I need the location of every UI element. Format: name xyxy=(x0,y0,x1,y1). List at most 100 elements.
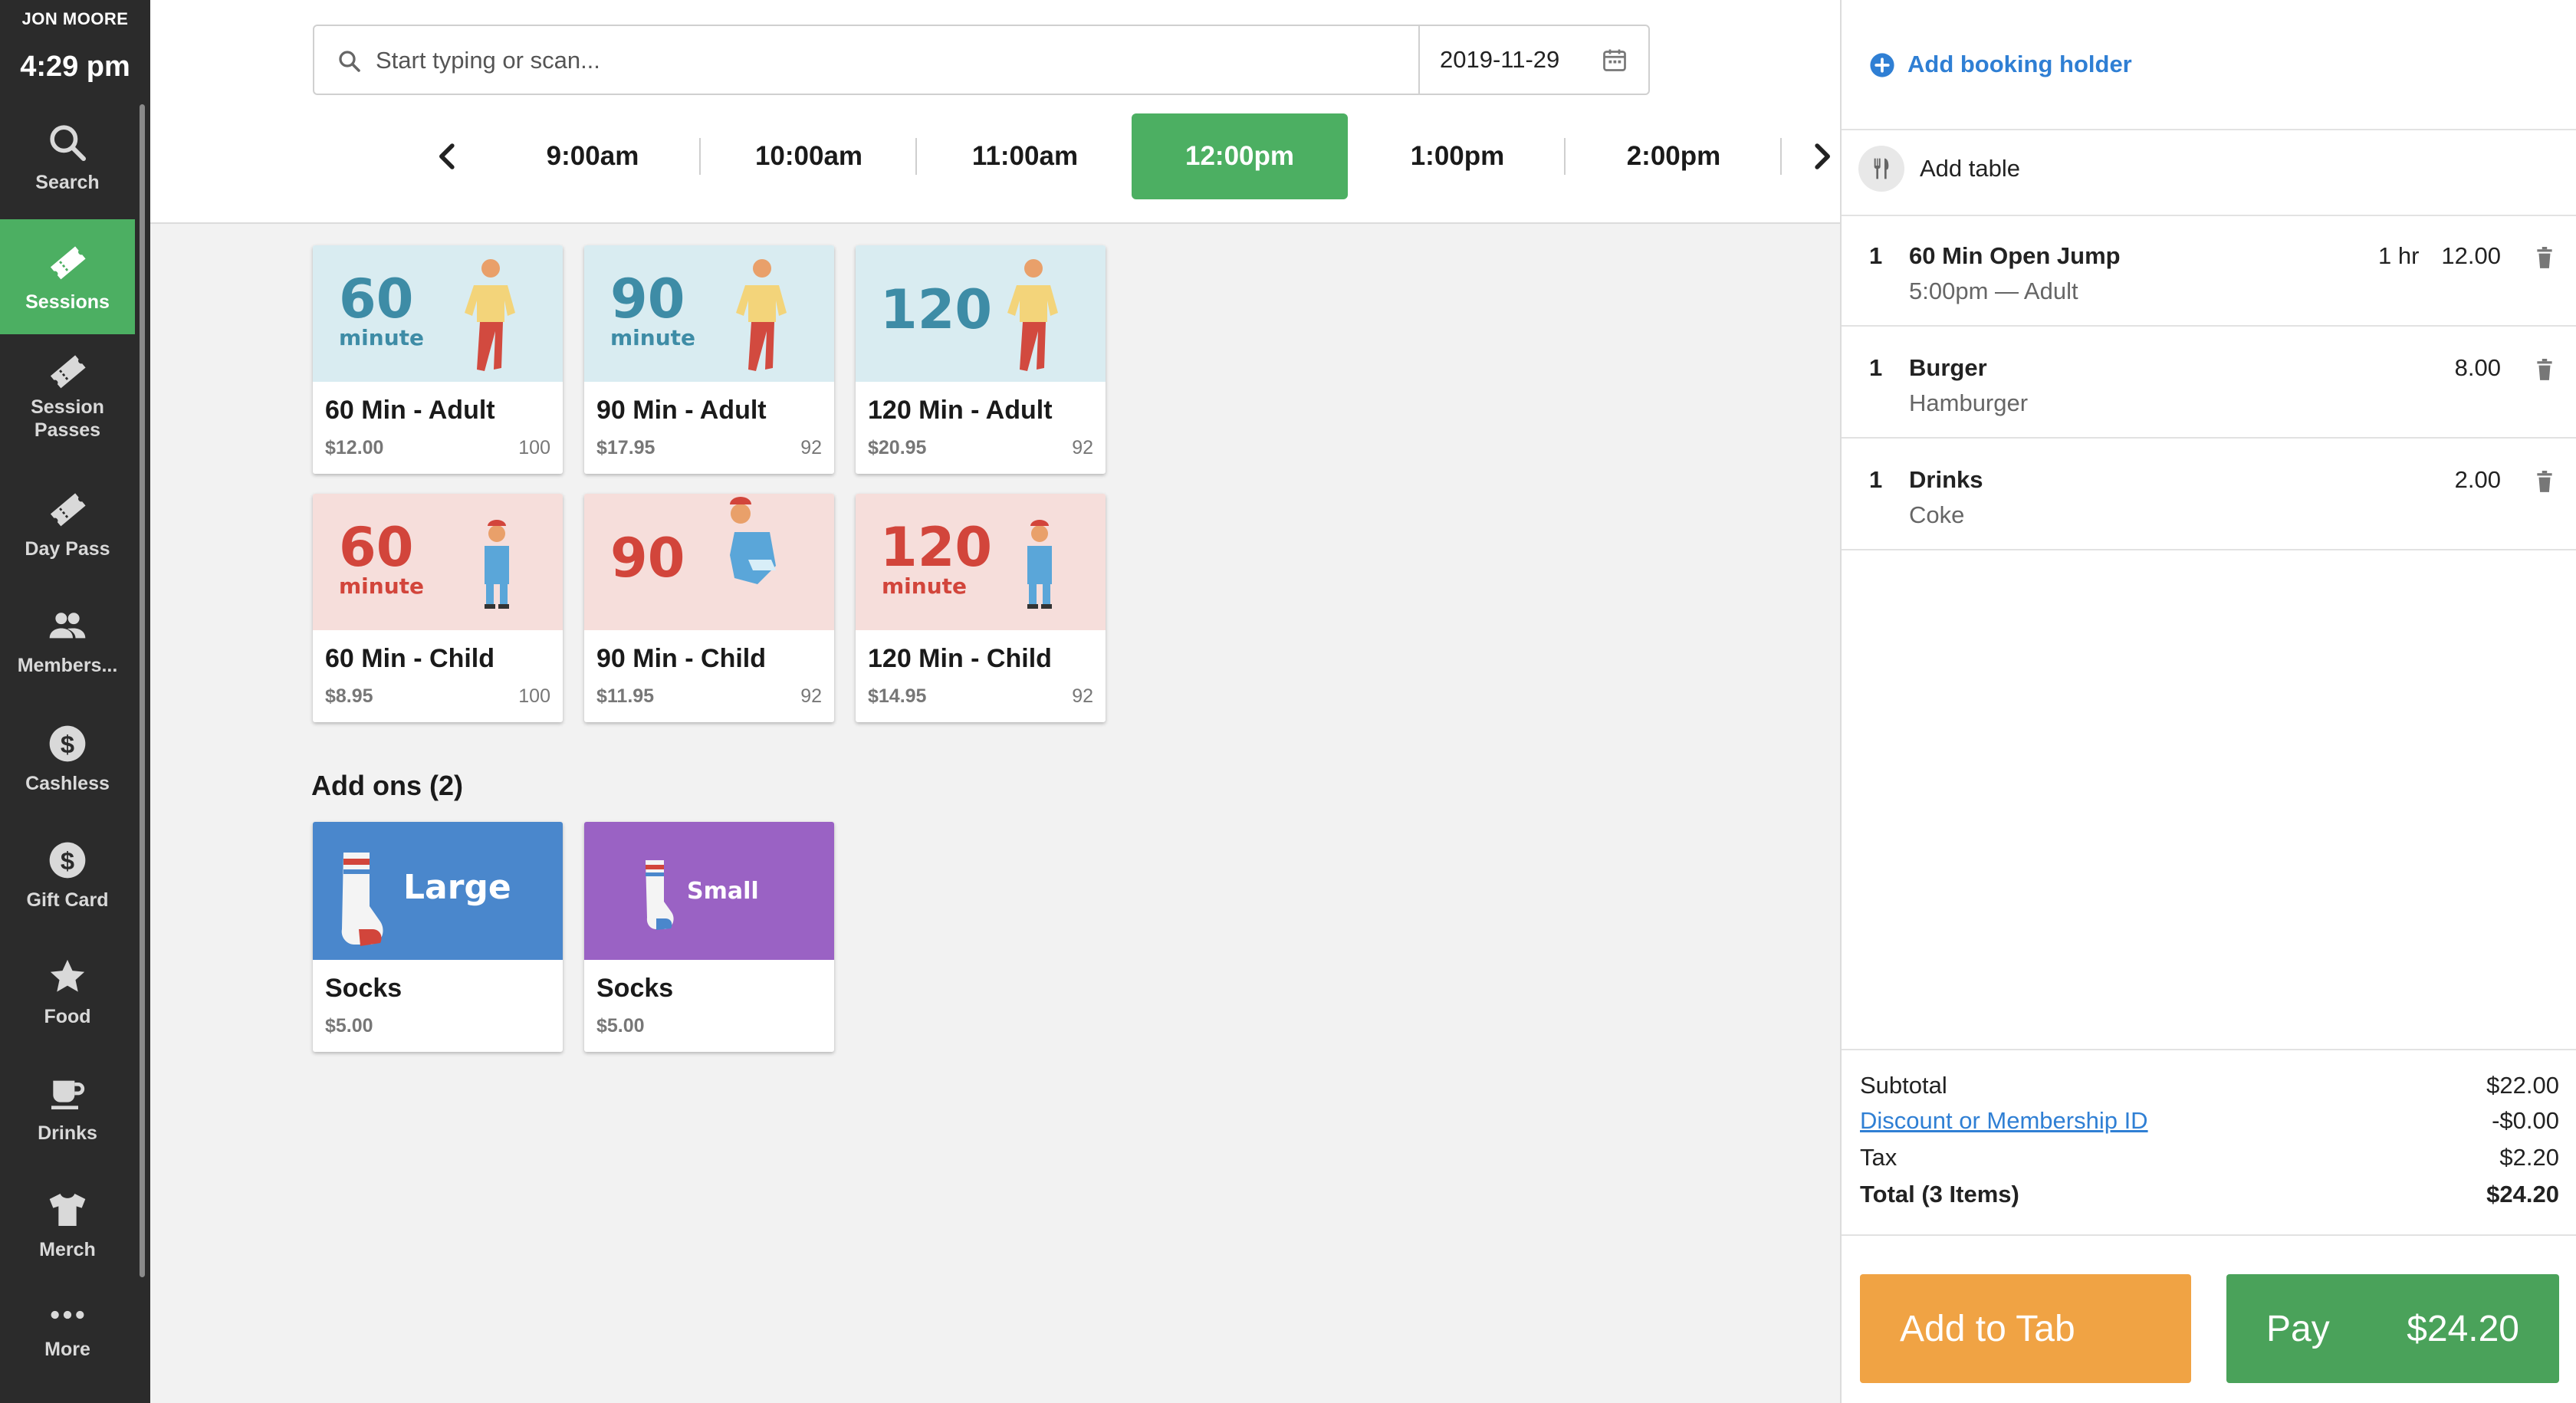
jumper-child-icon xyxy=(730,497,776,584)
sidebar-item-search[interactable]: Search xyxy=(0,104,135,209)
session-card-60-child[interactable]: 60 minute 60 Min - Child $8.95 100 xyxy=(313,494,563,722)
tax-value: $2.20 xyxy=(2499,1144,2559,1171)
product-name: 120 Min - Child xyxy=(868,644,1052,673)
line-item-name: Burger xyxy=(1909,354,1987,381)
ticket-icon xyxy=(50,355,86,389)
sidebar-item-label: Search xyxy=(35,172,100,193)
line-item[interactable]: 1 60 Min Open Jump 5:00pm — Adult 1 hr 1… xyxy=(1842,216,2576,327)
chevron-right-icon[interactable] xyxy=(1800,135,1843,178)
trash-icon[interactable] xyxy=(2535,359,2555,382)
sidebar-item-cashless[interactable]: $ Cashless xyxy=(0,705,135,820)
sidebar-item-label: Drinks xyxy=(38,1122,97,1144)
svg-text:Large: Large xyxy=(403,868,511,907)
sidebar-item-sessions[interactable]: Sessions xyxy=(0,219,135,334)
line-item-detail: 5:00pm — Adult xyxy=(1909,278,2078,304)
time-slot-bar: 9:00am 10:00am 11:00am 12:00pm 1:00pm 2:… xyxy=(281,113,1830,199)
line-item-qty: 1 xyxy=(1869,354,1883,381)
total-value: $24.20 xyxy=(2486,1181,2559,1208)
order-totals: Subtotal $22.00 Discount or Membership I… xyxy=(1842,1050,2576,1237)
subtotal-label: Subtotal xyxy=(1860,1072,1947,1099)
session-artwork: 90 minute xyxy=(584,245,834,382)
session-artwork: 120 minute xyxy=(856,494,1106,630)
sidebar-item-food[interactable]: Food xyxy=(0,938,135,1053)
session-artwork: 90 xyxy=(584,494,834,630)
product-name: 90 Min - Child xyxy=(596,644,766,673)
session-card-120-adult[interactable]: 120 120 Min - Adult $20.95 92 xyxy=(856,245,1106,474)
session-card-60-adult[interactable]: 60 minute 60 Min - Adult $12.00 100 xyxy=(313,245,563,474)
subtotal-value: $22.00 xyxy=(2486,1072,2559,1099)
search-box: 2019-11-29 xyxy=(313,25,1650,95)
tax-row: Tax $2.20 xyxy=(1860,1144,2559,1178)
sidebar-item-label: Cashless xyxy=(25,773,110,794)
session-artwork: 120 xyxy=(856,245,1106,382)
add-table-label: Add table xyxy=(1920,155,2020,182)
session-artwork: 60 minute xyxy=(313,494,563,630)
svg-text:$: $ xyxy=(61,730,74,758)
sidebar-item-drinks[interactable]: Drinks xyxy=(0,1055,135,1170)
sidebar-item-merch[interactable]: Merch xyxy=(0,1171,135,1286)
search-icon xyxy=(50,125,87,162)
line-item[interactable]: 1 Drinks Coke 2.00 xyxy=(1842,440,2576,550)
product-name: 90 Min - Adult xyxy=(596,396,767,425)
sidebar-item-gift-card[interactable]: $ Gift Card xyxy=(0,822,135,937)
sidebar-item-label: Food xyxy=(44,1006,91,1027)
sidebar-item-more[interactable]: More xyxy=(0,1288,135,1403)
sock-icon xyxy=(341,853,383,946)
sidebar-item-members[interactable]: Members... xyxy=(0,589,135,704)
svg-text:Small: Small xyxy=(687,878,759,905)
session-card-90-adult[interactable]: 90 minute 90 Min - Adult $17.95 92 xyxy=(584,245,834,474)
date-field[interactable]: 2019-11-29 xyxy=(1418,26,1648,94)
time-slot-9am[interactable]: 9:00am xyxy=(485,113,701,199)
sidebar-item-day-pass[interactable]: Day Pass xyxy=(0,472,135,587)
line-item[interactable]: 1 Burger Hamburger 8.00 xyxy=(1842,328,2576,439)
chevron-left-icon[interactable] xyxy=(426,135,469,178)
product-name: 60 Min - Child xyxy=(325,644,495,673)
svg-text:60: 60 xyxy=(339,268,413,330)
date-value: 2019-11-29 xyxy=(1440,46,1560,73)
trash-icon[interactable] xyxy=(2535,471,2555,494)
jumper-adult-icon xyxy=(465,259,515,371)
addon-artwork: Small xyxy=(584,822,834,960)
time-slot-10am[interactable]: 10:00am xyxy=(701,113,917,199)
sidebar-item-session-passes[interactable]: Session Passes xyxy=(0,334,135,449)
search-input[interactable] xyxy=(376,40,1372,81)
trash-icon[interactable] xyxy=(2535,247,2555,270)
subtotal-row: Subtotal $22.00 xyxy=(1860,1072,2559,1106)
total-label: Total (3 Items) xyxy=(1860,1181,2019,1208)
time-slot-12pm[interactable]: 12:00pm xyxy=(1132,113,1348,199)
add-booking-holder-label: Add booking holder xyxy=(1907,51,2132,77)
sidebar-scrollbar[interactable] xyxy=(140,104,145,1277)
session-card-90-child[interactable]: 90 90 Min - Child $11.95 92 xyxy=(584,494,834,722)
svg-text:$: $ xyxy=(61,846,74,875)
discount-link[interactable]: Discount or Membership ID xyxy=(1860,1107,2148,1135)
divider xyxy=(1842,1234,2576,1236)
sidebar: JON MOORE 4:29 pm Search Sessions Sessio… xyxy=(0,0,150,1403)
line-item-name: 60 Min Open Jump xyxy=(1909,242,2121,269)
time-slot-2pm[interactable]: 2:00pm xyxy=(1566,113,1782,199)
dollar-icon: $ xyxy=(49,725,86,762)
sidebar-item-label: Gift Card xyxy=(26,889,109,911)
product-name: Socks xyxy=(596,974,674,1003)
ticket-icon xyxy=(50,493,86,527)
pay-button[interactable]: Pay $24.20 xyxy=(2226,1274,2559,1383)
plus-circle-icon xyxy=(1870,53,1894,77)
product-name: 60 Min - Adult xyxy=(325,396,495,425)
line-item-amount: 8.00 xyxy=(2454,354,2501,381)
line-item-duration: 1 hr xyxy=(2378,242,2420,269)
order-panel: Add booking holder Add table 1 60 Min Op… xyxy=(1840,0,2576,1403)
sidebar-item-label: Merch xyxy=(39,1239,96,1260)
jumper-adult-icon xyxy=(1007,259,1058,371)
product-price: $5.00 xyxy=(325,1015,373,1037)
add-to-tab-button[interactable]: Add to Tab xyxy=(1860,1274,2191,1383)
addon-card-socks-small[interactable]: Small Socks $5.00 xyxy=(584,822,834,1052)
people-icon xyxy=(49,613,86,639)
calendar-icon[interactable] xyxy=(1601,46,1628,74)
svg-text:minute: minute xyxy=(339,325,424,350)
time-slot-11am[interactable]: 11:00am xyxy=(917,113,1133,199)
addon-card-socks-large[interactable]: Large Socks $5.00 xyxy=(313,822,563,1052)
star-icon xyxy=(50,959,85,992)
add-table-button[interactable]: Add table xyxy=(1858,146,2165,192)
session-card-120-child[interactable]: 120 minute 120 Min - Child $14.95 92 xyxy=(856,494,1106,722)
time-slot-1pm[interactable]: 1:00pm xyxy=(1349,113,1566,199)
line-item-detail: Hamburger xyxy=(1909,389,2029,416)
